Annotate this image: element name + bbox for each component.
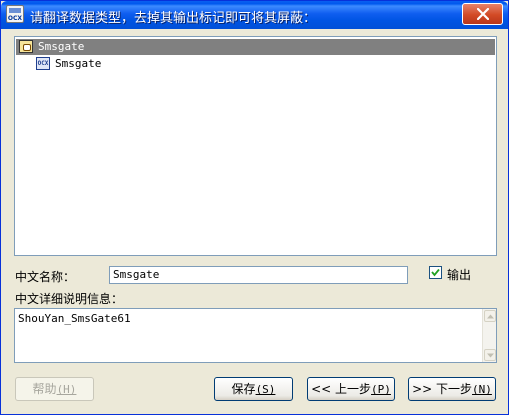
output-label: 输出: [447, 268, 472, 282]
arrow-up-icon: [487, 314, 494, 319]
chinese-name-input[interactable]: Smsgate: [109, 266, 408, 284]
title-bar[interactable]: OCX 请翻译数据类型，去掉其输出标记即可将其屏蔽：: [1, 1, 508, 29]
next-step-key: (N): [472, 383, 492, 396]
ocx-icon: OCX: [36, 57, 50, 70]
scroll-down-button[interactable]: [484, 349, 496, 361]
wizard-window: OCX 请翻译数据类型，去掉其输出标记即可将其屏蔽： Smsgate OCX S…: [0, 0, 509, 415]
tree-item-label: Smsgate: [55, 57, 102, 70]
save-button-key: (S): [255, 383, 276, 396]
type-tree[interactable]: Smsgate OCX Smsgate: [14, 36, 497, 256]
tree-item-label: Smsgate: [38, 40, 85, 53]
tree-item-root[interactable]: Smsgate: [16, 39, 495, 55]
description-label: 中文详细说明信息：: [15, 292, 124, 306]
help-button[interactable]: 帮助(H): [15, 377, 94, 401]
next-step-button[interactable]: >> 下一步(N): [408, 377, 496, 401]
database-icon: [19, 40, 33, 53]
checkmark-icon: [431, 268, 440, 277]
previous-step-label: << 上一步: [311, 382, 372, 396]
chinese-name-label: 中文名称：: [15, 270, 76, 284]
description-scrollbar[interactable]: [482, 309, 496, 362]
close-button[interactable]: [462, 3, 503, 25]
previous-step-button[interactable]: << 上一步(P): [307, 377, 395, 401]
scroll-up-button[interactable]: [484, 310, 496, 322]
previous-step-key: (P): [371, 383, 391, 396]
help-button-label: 帮助: [32, 382, 57, 396]
app-icon: OCX: [6, 5, 24, 23]
next-step-label: >> 下一步: [412, 382, 473, 396]
help-button-key: (H): [56, 383, 77, 396]
description-textarea[interactable]: ShouYan_SmsGate61: [14, 308, 497, 363]
output-checkbox[interactable]: [429, 266, 442, 279]
save-button-label: 保存: [231, 382, 256, 396]
close-icon: [477, 8, 489, 20]
arrow-down-icon: [487, 353, 494, 358]
save-button[interactable]: 保存(S): [214, 377, 293, 401]
window-title: 请翻译数据类型，去掉其输出标记即可将其屏蔽：: [30, 11, 317, 26]
description-text: ShouYan_SmsGate61: [18, 312, 131, 325]
